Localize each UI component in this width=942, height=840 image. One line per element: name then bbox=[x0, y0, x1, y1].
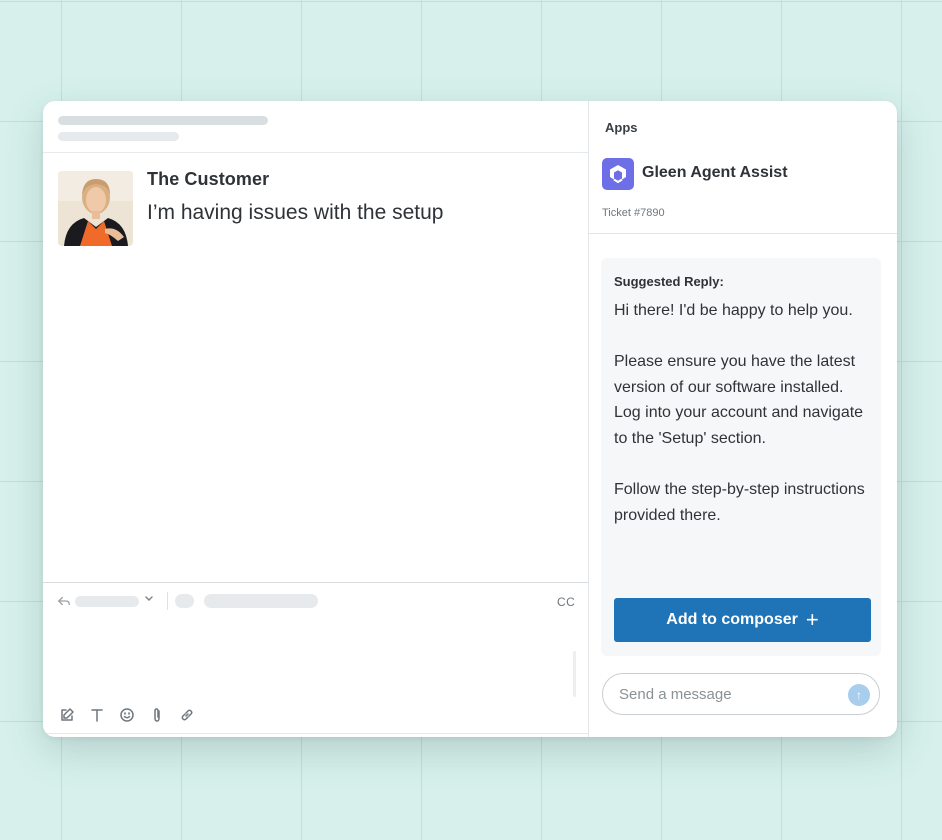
add-to-composer-button[interactable]: Add to composer + bbox=[614, 598, 871, 642]
customer-avatar bbox=[58, 171, 133, 246]
emoji-icon[interactable] bbox=[117, 705, 137, 725]
customer-message: I’m having issues with the setup bbox=[147, 201, 444, 224]
customer-avatar-image bbox=[58, 171, 133, 246]
recipient-avatar-placeholder bbox=[175, 594, 194, 608]
composer-toolbar bbox=[57, 705, 207, 725]
suggested-reply-paragraph: Follow the step-by-step instructions pro… bbox=[614, 481, 865, 524]
ticket-subtitle-placeholder bbox=[58, 132, 179, 141]
suggested-reply-paragraph: Hi there! I'd be happy to help you. bbox=[614, 302, 853, 319]
suggested-reply-paragraph: Please ensure you have the latest versio… bbox=[614, 353, 864, 447]
attachment-icon[interactable] bbox=[147, 705, 167, 725]
chevron-down-icon[interactable] bbox=[144, 593, 154, 606]
plus-icon: + bbox=[805, 607, 819, 632]
cc-button[interactable]: CC bbox=[557, 595, 575, 609]
reply-composer[interactable]: CC bbox=[43, 582, 589, 737]
composer-scrollbar[interactable] bbox=[573, 651, 576, 697]
app-name: Gleen Agent Assist bbox=[642, 164, 788, 181]
header-divider bbox=[43, 152, 589, 153]
gleen-logo-icon bbox=[602, 158, 634, 190]
conversation-pane: The Customer I’m having issues with the … bbox=[43, 101, 589, 737]
suggested-reply-card: Suggested Reply: Hi there! I'd be happy … bbox=[601, 258, 881, 656]
customer-name: The Customer bbox=[147, 169, 270, 189]
composer-bottom-border bbox=[43, 733, 589, 734]
apps-header-divider bbox=[589, 233, 897, 234]
link-icon[interactable] bbox=[177, 705, 197, 725]
apps-panel: Apps Gleen Agent Assist Ticket #7890 Sug… bbox=[589, 101, 897, 737]
apps-section-label: Apps bbox=[605, 120, 638, 135]
ticket-title-placeholder bbox=[58, 116, 268, 125]
composer-separator bbox=[167, 592, 168, 610]
compose-icon[interactable] bbox=[57, 705, 77, 725]
send-icon[interactable]: ↑ bbox=[848, 684, 870, 706]
suggested-reply-label: Suggested Reply: bbox=[614, 274, 724, 289]
message-input-container: ↑ bbox=[602, 673, 880, 715]
channel-selector-placeholder[interactable] bbox=[75, 596, 139, 607]
recipient-name-placeholder[interactable] bbox=[204, 594, 318, 608]
ticket-number: Ticket #7890 bbox=[602, 207, 665, 219]
add-to-composer-label: Add to composer bbox=[666, 611, 798, 628]
text-format-icon[interactable] bbox=[87, 705, 107, 725]
reply-arrow-icon[interactable] bbox=[57, 594, 71, 611]
message-input[interactable] bbox=[619, 684, 839, 704]
support-window: The Customer I’m having issues with the … bbox=[43, 101, 897, 737]
suggested-reply-text: Hi there! I'd be happy to help you. Plea… bbox=[614, 298, 870, 528]
